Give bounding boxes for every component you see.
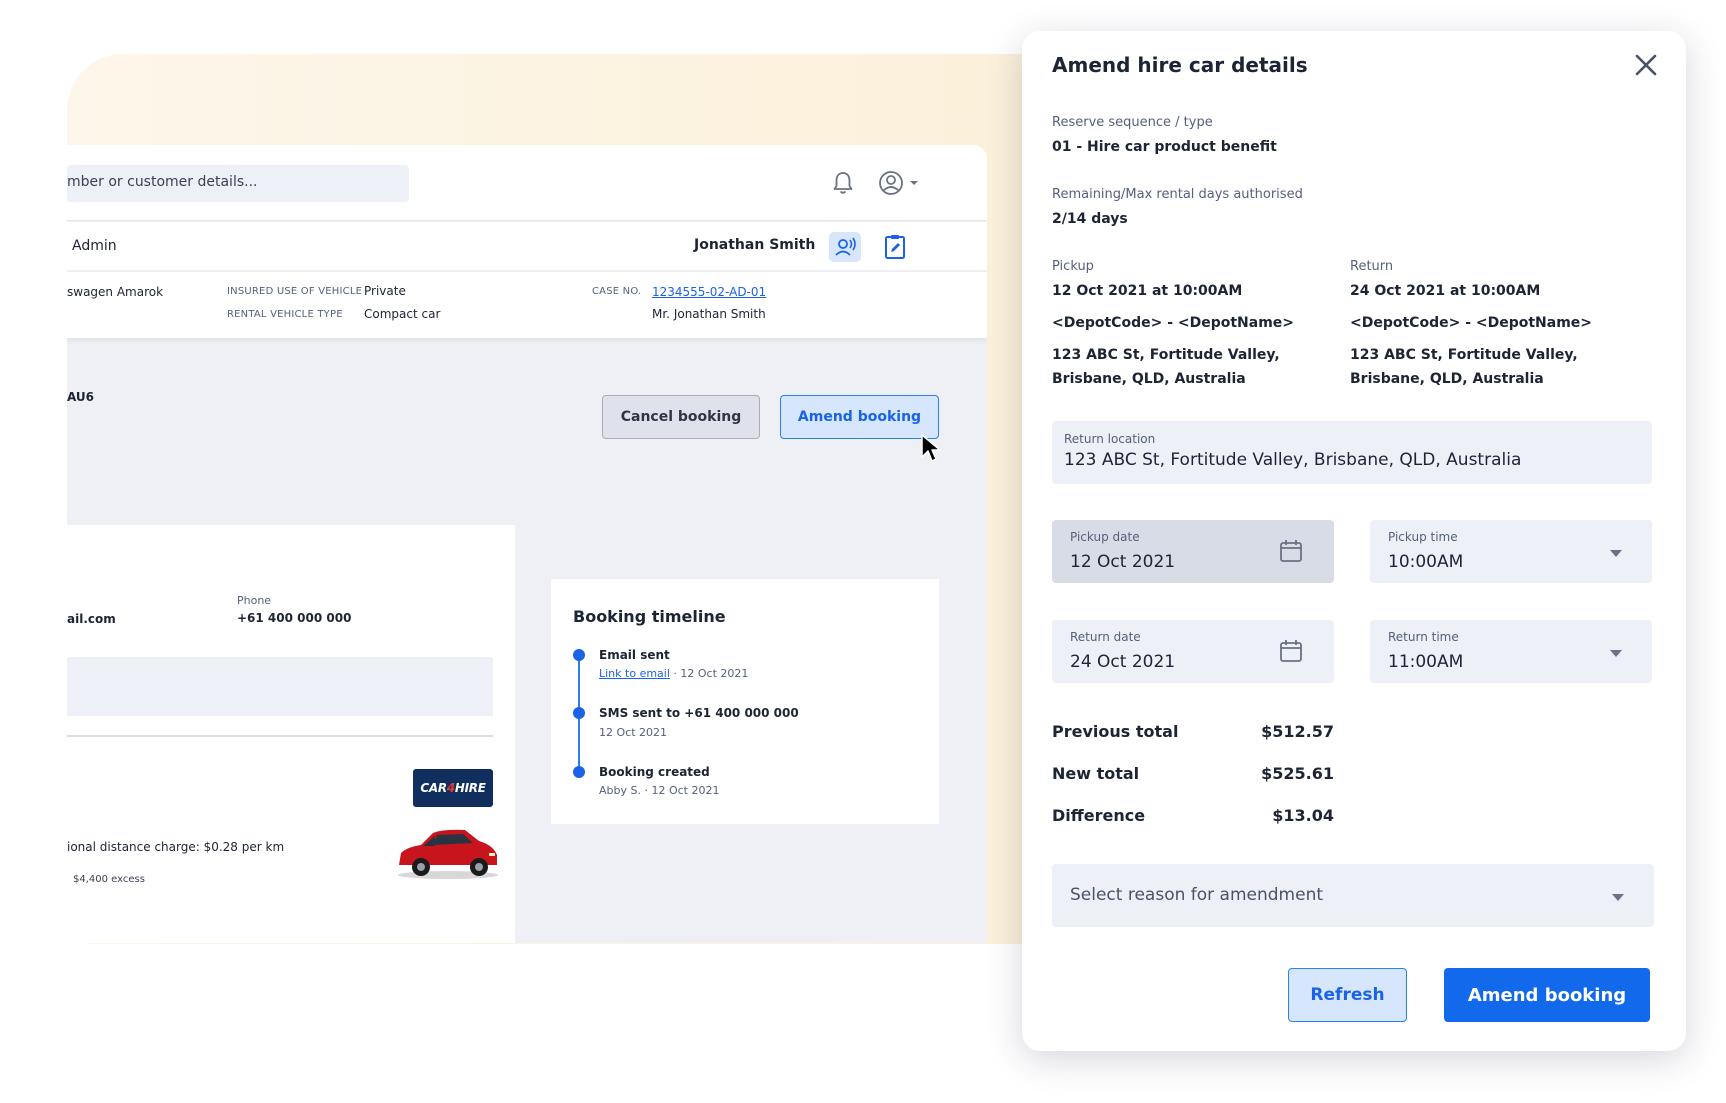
timeline-event-sub: Link to email · 12 Oct 2021 [599, 667, 749, 680]
insured-use-label: INSURED USE OF VEHICLE [227, 286, 363, 297]
pickup-datetime: 12 Oct 2021 at 10:00AM [1052, 283, 1243, 299]
search-input[interactable]: mber or customer details... [67, 165, 409, 202]
pickup-time-label: Pickup time [1388, 530, 1458, 544]
case-no-label: CASE NO. [592, 286, 642, 297]
calendar-icon[interactable] [1278, 538, 1304, 564]
rego-text: AU6 [67, 390, 95, 404]
user-name: Jonathan Smith [694, 237, 816, 253]
amendment-reason-placeholder: Select reason for amendment [1070, 885, 1324, 905]
divider [67, 735, 493, 737]
sub-bar: Admin Jonathan Smith [67, 222, 987, 270]
return-time-value: 11:00AM [1388, 652, 1464, 672]
return-address-2: Brisbane, QLD, Australia [1350, 371, 1544, 387]
pickup-depot: <DepotCode> - <DepotName> [1052, 315, 1295, 331]
return-address-1: 123 ABC St, Fortitude Valley, [1350, 347, 1578, 363]
rental-type-value: Compact car [364, 307, 441, 321]
distance-charge: ional distance charge: $0.28 per km [67, 840, 285, 854]
pickup-address-1: 123 ABC St, Fortitude Valley, [1052, 347, 1280, 363]
customer-notes-box [67, 657, 493, 716]
top-bar: mber or customer details... [67, 145, 987, 221]
timeline-dot [573, 649, 585, 661]
days-label: Remaining/Max rental days authorised [1052, 187, 1303, 202]
return-depot: <DepotCode> - <DepotName> [1350, 315, 1593, 331]
info-bar: swagen Amarok INSURED USE OF VEHICLE Pri… [67, 272, 987, 338]
pickup-time-select[interactable]: Pickup time 10:00AM [1370, 520, 1652, 583]
chevron-down-icon [1610, 650, 1622, 657]
previous-total-value: $512.57 [1261, 722, 1334, 741]
return-time-select[interactable]: Return time 11:00AM [1370, 620, 1652, 683]
call-button[interactable] [829, 232, 861, 262]
reserve-value: 01 - Hire car product benefit [1052, 139, 1277, 155]
cancel-booking-button[interactable]: Cancel booking [602, 395, 760, 439]
background-app: mber or customer details... Admin Jonath… [67, 145, 987, 943]
call-icon [835, 237, 856, 256]
difference-value: $13.04 [1272, 806, 1334, 825]
timeline-dot [573, 707, 585, 719]
role-label: Admin [72, 238, 117, 254]
chevron-down-icon [1610, 550, 1622, 557]
amend-hire-car-modal: Amend hire car details Reserve sequence … [1022, 31, 1686, 1051]
timeline-event-title: SMS sent to +61 400 000 000 [599, 706, 799, 720]
pickup-date-value: 12 Oct 2021 [1070, 552, 1176, 572]
pickup-label: Pickup [1052, 259, 1094, 274]
customer-name: Mr. Jonathan Smith [652, 307, 766, 321]
email-link[interactable]: Link to email [599, 667, 670, 680]
provider-logo: CAR4HIRE [413, 769, 493, 807]
timeline-event-sub: 12 Oct 2021 [599, 726, 668, 739]
return-label: Return [1350, 259, 1394, 274]
refresh-button[interactable]: Refresh [1288, 968, 1407, 1022]
phone-label: Phone [237, 594, 272, 607]
timeline-dot [573, 766, 585, 778]
close-icon[interactable] [1630, 49, 1662, 81]
clipboard-edit-icon [885, 235, 905, 259]
stage: mber or customer details... Admin Jonath… [0, 0, 1726, 1103]
insured-use-value: Private [364, 284, 406, 298]
difference-label: Difference [1052, 806, 1146, 825]
booking-timeline-card: Booking timeline Email sent Link to emai… [551, 579, 939, 824]
return-date-field[interactable]: Return date 24 Oct 2021 [1052, 620, 1334, 683]
customer-card: ail.com Phone +61 400 000 000 CAR4HIRE i… [67, 525, 515, 943]
edit-button[interactable] [879, 232, 911, 262]
previous-total-label: Previous total [1052, 722, 1179, 741]
days-value: 2/14 days [1052, 211, 1128, 227]
calendar-icon[interactable] [1278, 638, 1304, 664]
phone-value: +61 400 000 000 [237, 611, 352, 625]
new-total-value: $525.61 [1261, 764, 1334, 783]
pickup-date-label: Pickup date [1070, 530, 1140, 544]
vehicle-name: swagen Amarok [67, 285, 164, 299]
excess-text: $4,400 excess [73, 874, 145, 885]
pickup-time-value: 10:00AM [1388, 552, 1464, 572]
timeline-event-title: Email sent [599, 648, 670, 662]
chevron-down-icon [1612, 894, 1624, 901]
amend-booking-button-bg[interactable]: Amend booking [780, 395, 939, 439]
modal-title: Amend hire car details [1052, 53, 1308, 77]
case-no-link[interactable]: 1234555-02-AD-01 [652, 285, 766, 299]
return-location-label: Return location [1064, 432, 1156, 446]
rental-type-label: RENTAL VEHICLE TYPE [227, 309, 343, 320]
return-location-field[interactable]: Return location 123 ABC St, Fortitude Va… [1052, 421, 1652, 484]
pickup-date-field[interactable]: Pickup date 12 Oct 2021 [1052, 520, 1334, 583]
return-datetime: 24 Oct 2021 at 10:00AM [1350, 283, 1541, 299]
amend-booking-button[interactable]: Amend booking [1444, 968, 1650, 1022]
car-image [398, 829, 498, 879]
timeline-event-title: Booking created [599, 765, 710, 779]
return-date-value: 24 Oct 2021 [1070, 652, 1176, 672]
new-total-label: New total [1052, 764, 1140, 783]
return-date-label: Return date [1070, 630, 1141, 644]
bell-icon[interactable] [829, 169, 857, 197]
customer-email: ail.com [67, 612, 116, 626]
pickup-address-2: Brisbane, QLD, Australia [1052, 371, 1246, 387]
reserve-label: Reserve sequence / type [1052, 115, 1213, 130]
mouse-cursor-icon [921, 434, 941, 462]
amendment-reason-select[interactable]: Select reason for amendment [1052, 864, 1654, 927]
account-icon[interactable] [877, 169, 925, 197]
return-time-label: Return time [1388, 630, 1459, 644]
return-location-value: 123 ABC St, Fortitude Valley, Brisbane, … [1064, 450, 1522, 470]
timeline-title: Booking timeline [573, 607, 726, 626]
timeline-event-sub: Abby S. · 12 Oct 2021 [599, 784, 720, 797]
